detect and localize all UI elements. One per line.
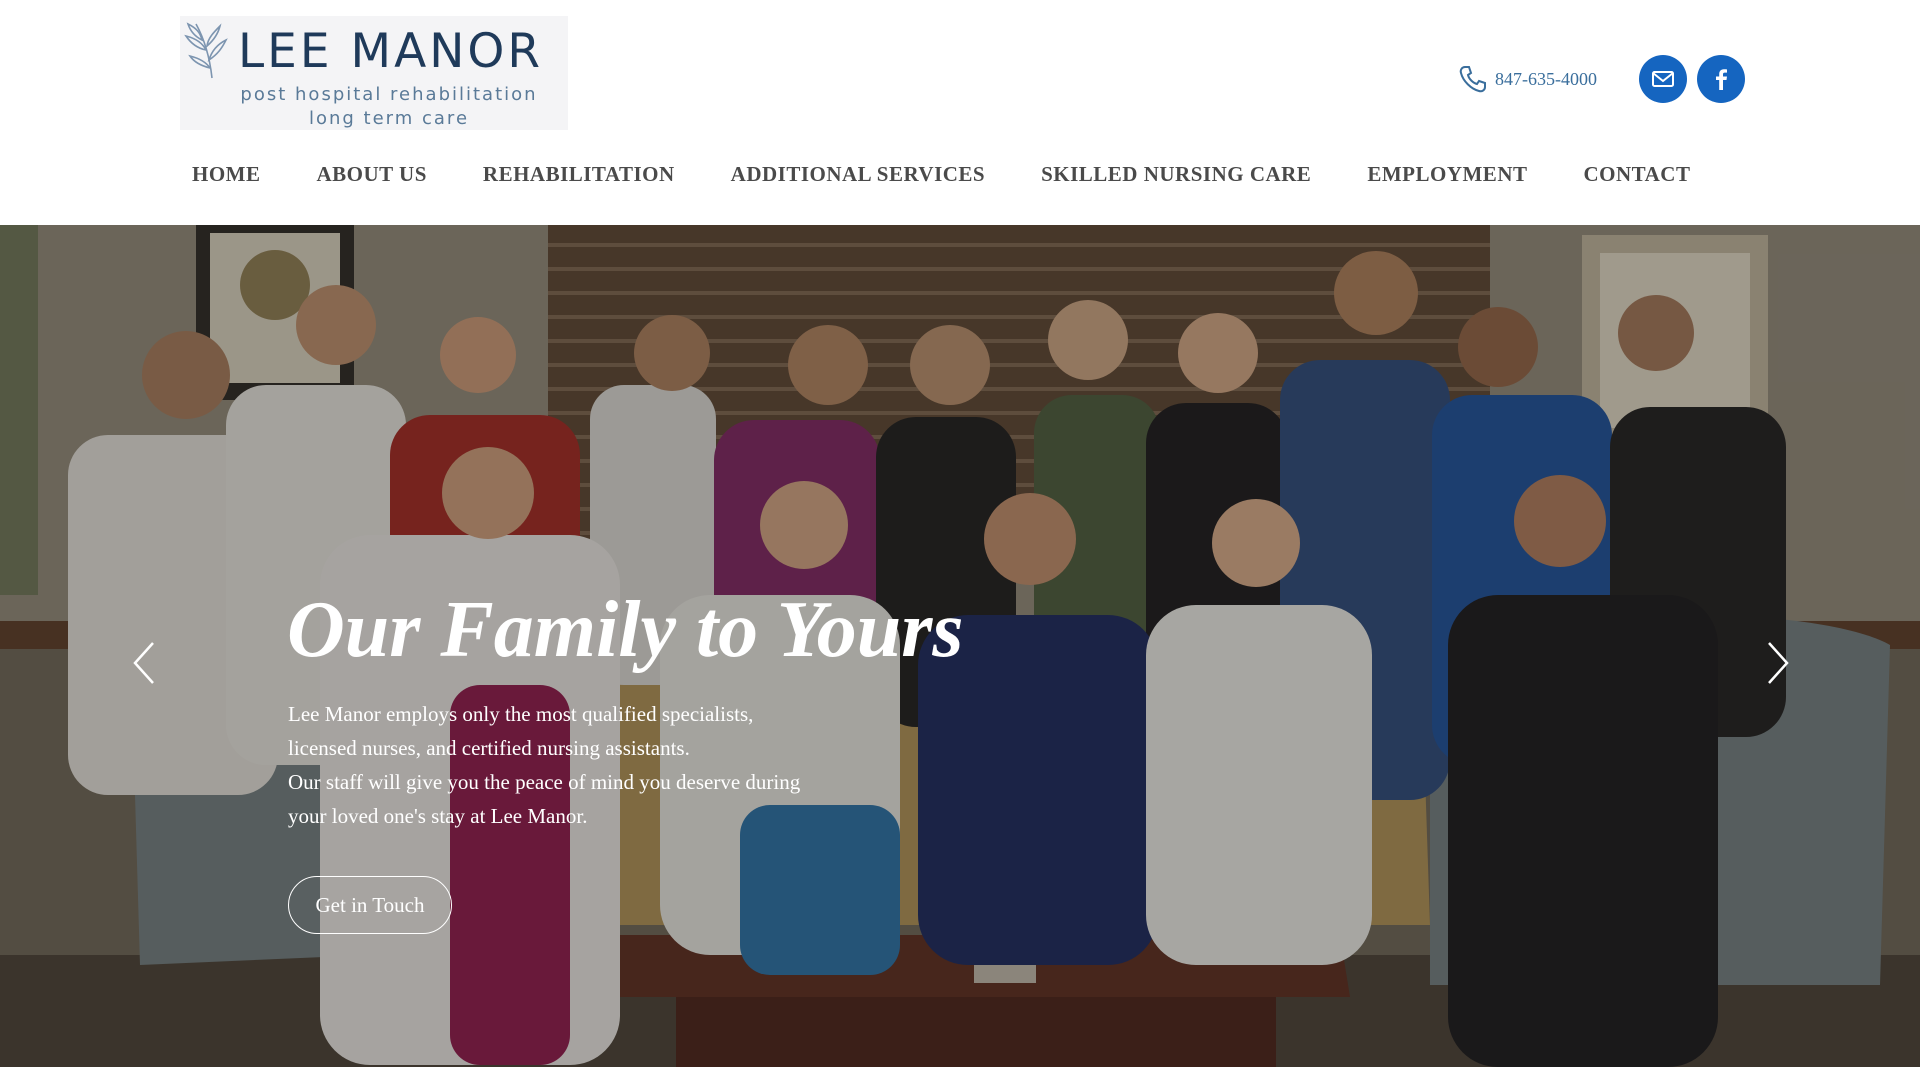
site-logo[interactable]: LEE MANOR post hospital rehabilitation l… xyxy=(180,16,568,130)
nav-item-contact[interactable]: CONTACT xyxy=(1584,162,1691,187)
nav-item-home[interactable]: HOME xyxy=(192,162,261,187)
nav-item-additional-services[interactable]: ADDITIONAL SERVICES xyxy=(731,162,985,187)
hero-text-line: licensed nurses, and certified nursing a… xyxy=(288,736,690,760)
site-header: LEE MANOR post hospital rehabilitation l… xyxy=(0,0,1920,225)
nav-item-employment[interactable]: EMPLOYMENT xyxy=(1367,162,1527,187)
logo-tagline-2: long term care xyxy=(308,108,470,129)
chevron-right-icon xyxy=(1768,642,1789,684)
nav-item-rehabilitation[interactable]: REHABILITATION xyxy=(483,162,675,187)
chevron-left-icon xyxy=(133,642,154,684)
hero-text-line: your loved one's stay at Lee Manor. xyxy=(288,804,588,828)
slider-prev-button[interactable] xyxy=(124,633,164,693)
mail-icon xyxy=(1652,71,1674,87)
nav-item-skilled-nursing-care[interactable]: SKILLED NURSING CARE xyxy=(1041,162,1311,187)
hero-text-line: Our staff will give you the peace of min… xyxy=(288,770,801,794)
leaf-sprig-icon xyxy=(184,22,228,79)
main-nav: HOME ABOUT US REHABILITATION ADDITIONAL … xyxy=(192,162,1690,187)
logo-title: LEE MANOR xyxy=(238,24,544,79)
hero-description: Lee Manor employs only the most qualifie… xyxy=(288,697,928,833)
phone-icon xyxy=(1459,66,1486,93)
nav-item-about-us[interactable]: ABOUT US xyxy=(317,162,427,187)
email-button[interactable] xyxy=(1639,55,1687,103)
hero-text-line: Lee Manor employs only the most qualifie… xyxy=(288,702,754,726)
logo-tagline-1: post hospital rehabilitation xyxy=(240,84,538,105)
contact-bar: 847-635-4000 xyxy=(1457,55,1745,103)
phone-link[interactable]: 847-635-4000 xyxy=(1457,63,1597,95)
facebook-button[interactable] xyxy=(1697,55,1745,103)
hero-title: Our Family to Yours xyxy=(287,586,964,674)
slider-next-button[interactable] xyxy=(1758,633,1798,693)
facebook-icon xyxy=(1716,69,1727,90)
phone-number: 847-635-4000 xyxy=(1495,68,1597,89)
get-in-touch-button[interactable]: Get in Touch xyxy=(288,876,452,934)
hero-slider: Our Family to Yours Lee Manor employs on… xyxy=(0,225,1920,1067)
